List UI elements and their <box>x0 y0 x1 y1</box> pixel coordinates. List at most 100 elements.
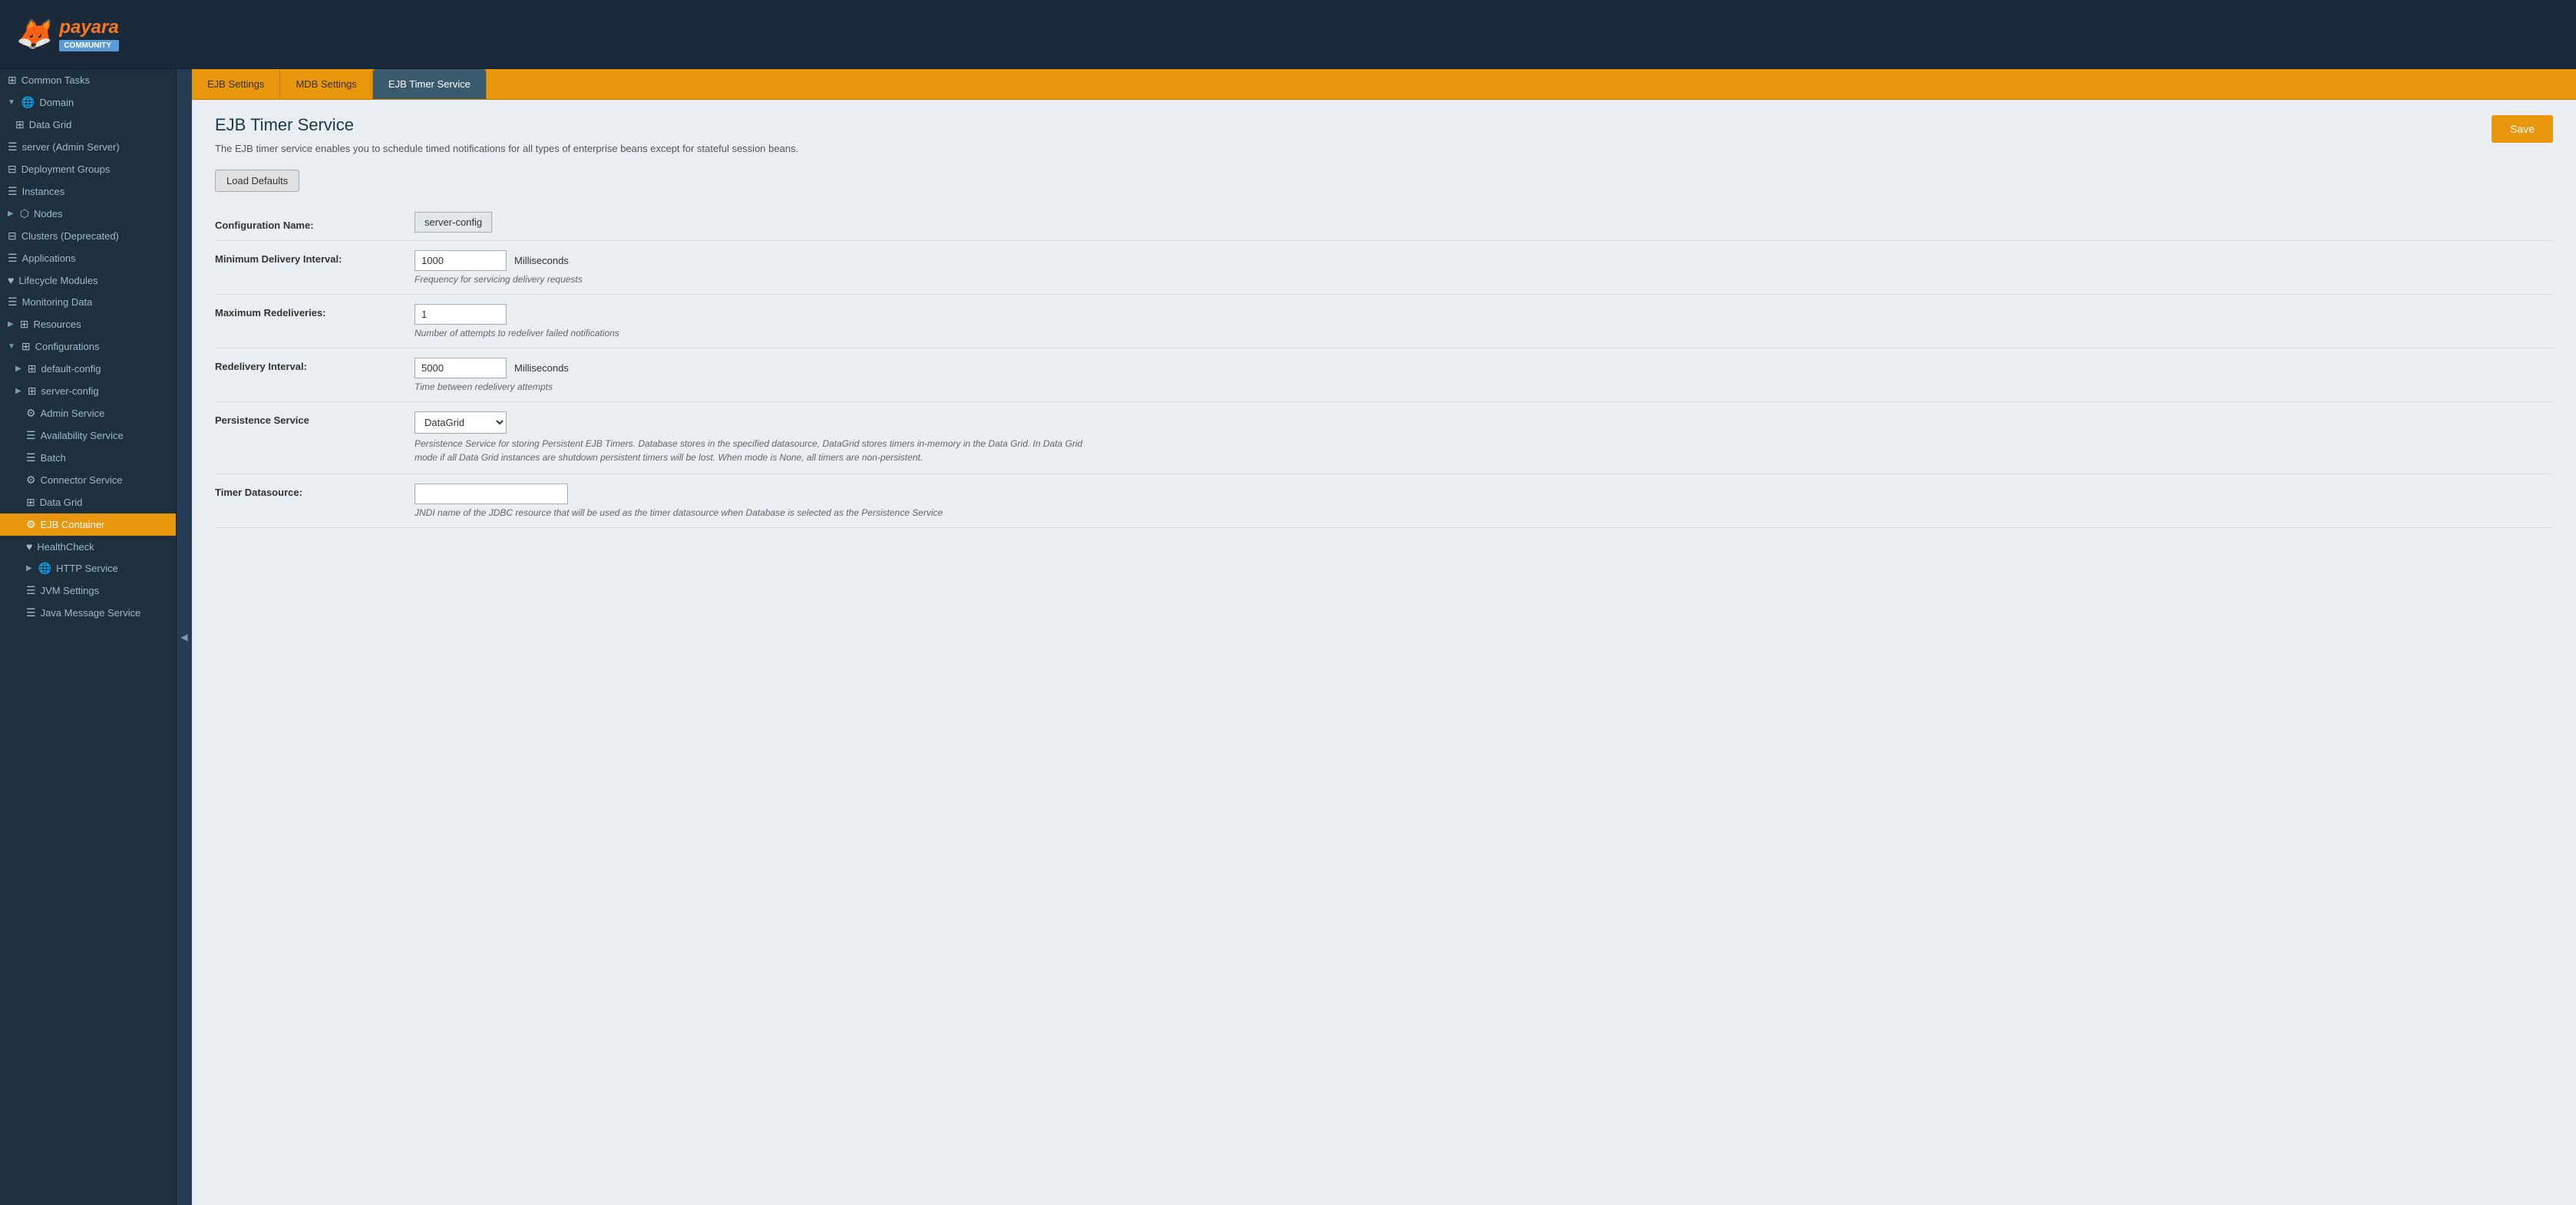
tab-mdb-settings[interactable]: MDB Settings <box>280 69 372 99</box>
sidebar-item-label: Deployment Groups <box>21 163 111 175</box>
expand-arrow: ▼ <box>8 342 15 351</box>
redelivery-interval-control: Milliseconds Time between redelivery att… <box>414 358 2553 392</box>
sidebar-item-ejb-container[interactable]: ⚙ EJB Container <box>0 513 176 536</box>
load-defaults-button[interactable]: Load Defaults <box>215 170 299 192</box>
config-icon: ⊞ <box>28 362 37 375</box>
sidebar-item-batch[interactable]: ☰ Batch <box>0 447 176 469</box>
sidebar-item-common-tasks[interactable]: ⊞ Common Tasks <box>0 69 176 91</box>
expand-arrow: ▶ <box>8 210 14 218</box>
sidebar-item-monitoring-data[interactable]: ☰ Monitoring Data <box>0 291 176 313</box>
list-icon: ☰ <box>8 140 18 154</box>
sidebar-item-label: Connector Service <box>41 474 123 486</box>
sidebar-item-data-grid[interactable]: ⊞ Data Grid <box>0 114 176 136</box>
timer-datasource-hint: JNDI name of the JDBC resource that will… <box>414 507 2553 518</box>
logo: 🦊 payara COMMUNITY <box>15 17 119 51</box>
list-icon: ☰ <box>8 295 18 309</box>
timer-datasource-input[interactable] <box>414 484 568 504</box>
sidebar-item-instances[interactable]: ☰ Instances <box>0 180 176 203</box>
config-icon: ⊞ <box>21 340 31 353</box>
list-icon: ☰ <box>8 185 18 198</box>
tab-ejb-settings[interactable]: EJB Settings <box>192 69 280 99</box>
sidebar-item-label: Batch <box>41 452 66 464</box>
list-icon: ☰ <box>26 606 36 619</box>
resources-icon: ⊞ <box>20 318 29 331</box>
min-delivery-input[interactable] <box>414 250 507 271</box>
list-icon: ☰ <box>26 451 36 464</box>
page-title: EJB Timer Service <box>215 115 2553 135</box>
grid-icon: ⊟ <box>8 163 17 176</box>
min-delivery-unit: Milliseconds <box>514 255 569 266</box>
max-redeliveries-row: Maximum Redeliveries: Number of attempts… <box>215 295 2553 348</box>
sidebar-item-label: EJB Container <box>41 519 105 530</box>
list-icon: ☰ <box>26 429 36 442</box>
sidebar-item-admin-service[interactable]: ⚙ Admin Service <box>0 402 176 424</box>
logo-text: payara <box>59 17 118 38</box>
sidebar-item-connector-service[interactable]: ⚙ Connector Service <box>0 469 176 491</box>
page-description: The EJB timer service enables you to sch… <box>215 143 2553 154</box>
sidebar-item-default-config[interactable]: ▶ ⊞ default-config <box>0 358 176 380</box>
expand-arrow: ▼ <box>8 98 15 107</box>
sidebar-item-deployment-groups[interactable]: ⊟ Deployment Groups <box>0 158 176 180</box>
sidebar-item-label: Availability Service <box>41 430 124 441</box>
gear-icon: ⚙ <box>26 518 36 531</box>
timer-datasource-label: Timer Datasource: <box>215 484 414 498</box>
gear-icon: ⚙ <box>26 407 36 420</box>
max-redeliveries-input[interactable] <box>414 304 507 325</box>
sidebar-item-server-admin[interactable]: ☰ server (Admin Server) <box>0 136 176 158</box>
nodes-icon: ⬡ <box>20 207 29 220</box>
sidebar-collapse-button[interactable]: ◀ <box>177 69 192 1205</box>
sidebar-item-label: Admin Service <box>41 408 105 419</box>
heart-icon: ♥ <box>26 540 32 553</box>
persistence-service-hint: Persistence Service for storing Persiste… <box>414 437 1105 464</box>
redelivery-interval-hint: Time between redelivery attempts <box>414 381 2553 392</box>
persistence-service-label: Persistence Service <box>215 411 414 426</box>
redelivery-interval-row: Redelivery Interval: Milliseconds Time b… <box>215 348 2553 402</box>
redelivery-interval-unit: Milliseconds <box>514 362 569 374</box>
config-name-value: server-config <box>414 212 492 233</box>
min-delivery-row: Minimum Delivery Interval: Milliseconds … <box>215 241 2553 295</box>
sidebar-item-resources[interactable]: ▶ ⊞ Resources <box>0 313 176 335</box>
collapse-icon: ◀ <box>180 632 187 642</box>
persistence-service-select[interactable]: DataGrid Database None <box>414 411 507 434</box>
save-button[interactable]: Save <box>2492 115 2553 143</box>
config-name-label: Configuration Name: <box>215 216 414 231</box>
expand-arrow: ▶ <box>15 365 21 373</box>
sidebar-item-applications[interactable]: ☰ Applications <box>0 247 176 269</box>
sidebar-item-availability-service[interactable]: ☰ Availability Service <box>0 424 176 447</box>
tab-ejb-timer-service[interactable]: EJB Timer Service <box>373 69 487 99</box>
min-delivery-control: Milliseconds Frequency for servicing del… <box>414 250 2553 285</box>
sidebar-item-java-message[interactable]: ☰ Java Message Service <box>0 602 176 624</box>
page-content: Save EJB Timer Service The EJB timer ser… <box>192 100 2576 1205</box>
form-section: Configuration Name: server-config Minimu… <box>215 207 2553 528</box>
redelivery-interval-label: Redelivery Interval: <box>215 358 414 372</box>
sidebar-item-domain[interactable]: ▼ 🌐 Domain <box>0 91 176 114</box>
logo-icon: 🦊 <box>15 18 51 51</box>
sidebar-item-label: Java Message Service <box>41 607 141 619</box>
sidebar-item-jvm-settings[interactable]: ☰ JVM Settings <box>0 579 176 602</box>
sidebar-item-label: Monitoring Data <box>22 296 93 308</box>
sidebar-item-data-grid-2[interactable]: ⊞ Data Grid <box>0 491 176 513</box>
sidebar-item-clusters[interactable]: ⊟ Clusters (Deprecated) <box>0 225 176 247</box>
sidebar-item-label: server (Admin Server) <box>22 141 120 153</box>
sidebar-item-configurations[interactable]: ▼ ⊞ Configurations <box>0 335 176 358</box>
sidebar-item-label: Nodes <box>34 208 63 220</box>
sidebar-item-lifecycle-modules[interactable]: ♥ Lifecycle Modules <box>0 269 176 291</box>
sidebar-item-healthcheck[interactable]: ♥ HealthCheck <box>0 536 176 557</box>
list-icon: ☰ <box>8 252 18 265</box>
sidebar-item-label: default-config <box>41 363 101 375</box>
redelivery-interval-input[interactable] <box>414 358 507 378</box>
timer-datasource-control: JNDI name of the JDBC resource that will… <box>414 484 2553 518</box>
sidebar-item-server-config[interactable]: ▶ ⊞ server-config <box>0 380 176 402</box>
sidebar-item-nodes[interactable]: ▶ ⬡ Nodes <box>0 203 176 225</box>
sidebar-item-label: server-config <box>41 385 98 397</box>
sidebar-item-http-service[interactable]: ▶ 🌐 HTTP Service <box>0 557 176 579</box>
sidebar-item-label: Data Grid <box>29 119 72 130</box>
config-name-row: Configuration Name: server-config <box>215 207 2553 241</box>
persistence-service-control: DataGrid Database None Persistence Servi… <box>414 411 2553 464</box>
heart-icon: ♥ <box>8 274 14 286</box>
sidebar-item-label: JVM Settings <box>41 585 100 596</box>
tab-bar: EJB Settings MDB Settings EJB Timer Serv… <box>192 69 2576 100</box>
persistence-service-row: Persistence Service DataGrid Database No… <box>215 402 2553 474</box>
sidebar-item-label: Domain <box>39 97 74 108</box>
globe-icon: 🌐 <box>21 96 35 109</box>
